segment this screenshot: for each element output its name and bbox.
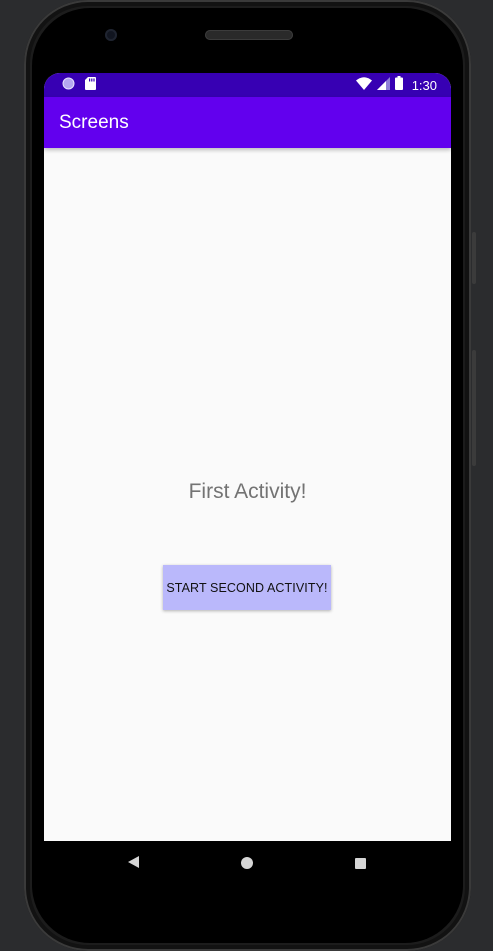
start-second-activity-button[interactable]: START SECOND ACTIVITY! — [163, 565, 331, 610]
status-right-icons: 1:30 — [355, 76, 437, 95]
battery-icon — [394, 76, 403, 95]
app-bar: Screens — [44, 97, 451, 148]
home-icon[interactable] — [241, 857, 253, 869]
phone-chin — [44, 885, 451, 915]
status-bar: 1:30 — [44, 73, 451, 97]
sd-card-icon — [85, 77, 96, 95]
first-activity-label: First Activity! — [188, 480, 307, 503]
recents-icon[interactable] — [355, 858, 366, 869]
navigation-bar — [44, 841, 451, 885]
front-camera-icon — [105, 29, 117, 41]
cell-signal-icon — [376, 76, 390, 95]
wifi-icon — [355, 76, 372, 95]
device-screen: 1:30 Screens First Activity! START SECON… — [44, 73, 451, 885]
circle-notification-icon — [62, 77, 75, 95]
app-title: Screens — [59, 112, 129, 133]
back-icon[interactable] — [128, 856, 139, 868]
status-time: 1:30 — [411, 77, 437, 93]
volume-button — [472, 232, 476, 284]
earpiece-speaker — [205, 30, 293, 40]
power-button — [472, 350, 476, 466]
status-left-icons — [62, 77, 96, 95]
